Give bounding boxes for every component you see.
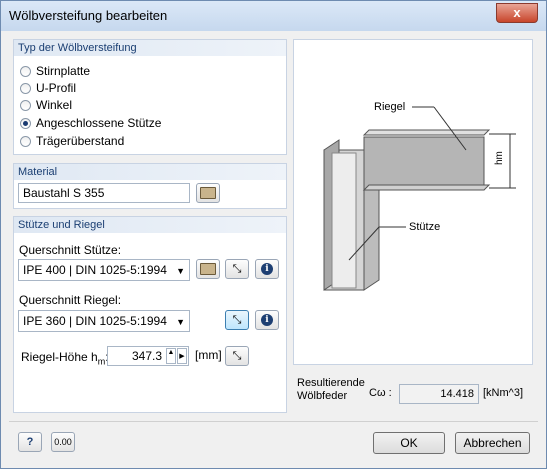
radio-label-angeschlossene-stuetze: Angeschlossene Stütze	[36, 116, 162, 130]
material-group-header: Material	[14, 164, 286, 180]
figure-panel: hm Riegel Stütze	[293, 39, 533, 365]
column-info-button[interactable]: i	[255, 259, 279, 279]
dialog-window: Wölbversteifung bearbeiten x Typ der Wöl…	[0, 0, 547, 469]
radio-circle-u-profil[interactable]	[20, 82, 31, 94]
beam-section-label: Querschnitt Riegel:	[19, 293, 122, 307]
hm-label: hm	[494, 151, 505, 165]
radio-winkel[interactable]: Winkel	[20, 97, 72, 113]
beam-web-shape	[363, 136, 485, 191]
library-icon	[200, 187, 216, 199]
material-field[interactable]: Baustahl S 355	[18, 183, 190, 203]
column-section-label: Querschnitt Stütze:	[19, 243, 122, 257]
window-title: Wölbversteifung bearbeiten	[9, 8, 168, 23]
footer-divider	[9, 421, 538, 422]
radio-circle-stirnplatte[interactable]	[20, 65, 31, 77]
library-icon	[200, 263, 216, 275]
beam-section-select[interactable]: IPE 360 | DIN 1025-5:1994 ▼	[18, 310, 190, 332]
beam-height-label: Riegel-Höhe hm:	[21, 350, 109, 367]
radio-circle-winkel[interactable]	[20, 99, 31, 111]
stuetze-label: Stütze	[409, 221, 440, 233]
help-icon: ?	[26, 436, 34, 448]
close-button[interactable]: x	[496, 3, 538, 23]
title-bar: Wölbversteifung bearbeiten x	[1, 1, 546, 31]
height-pick-button[interactable]: ⤡	[225, 346, 249, 366]
pick-cursor-icon: ⤡	[232, 262, 242, 275]
calculator-button[interactable]: 0.00	[51, 432, 75, 452]
beam-bottom-flange-shape	[362, 184, 491, 191]
info-icon: i	[261, 314, 273, 326]
type-group: Typ der Wölbversteifung Stirnplatte U-Pr…	[13, 39, 287, 155]
radio-stirnplatte[interactable]: Stirnplatte	[20, 63, 90, 79]
material-group: Material Baustahl S 355	[13, 163, 287, 209]
material-library-button[interactable]	[196, 183, 220, 203]
ok-button[interactable]: OK	[373, 432, 445, 454]
connection-figure: hm Riegel Stütze	[323, 101, 516, 291]
beam-info-button[interactable]: i	[255, 310, 279, 330]
pick-cursor-icon: ⤡	[232, 349, 242, 362]
support-group: Stütze und Riegel Querschnitt Stütze: IP…	[13, 216, 287, 413]
radio-u-profil[interactable]: U-Profil	[20, 80, 76, 96]
chevron-down-icon: ▼	[176, 317, 185, 327]
radio-circle-traegerueberstand[interactable]	[20, 135, 31, 147]
radio-label-u-profil: U-Profil	[36, 81, 77, 95]
riegel-label: Riegel	[374, 101, 405, 113]
spin-up-icon[interactable]: ▲	[166, 348, 176, 364]
column-inner-shape	[331, 152, 357, 289]
result-value: 14.418	[399, 384, 479, 404]
result-label-line2: Wölbfeder	[297, 390, 348, 402]
beam-pick-button[interactable]: ⤡	[225, 310, 249, 330]
cancel-button[interactable]: Abbrechen	[455, 432, 530, 454]
radio-label-traegerueberstand: Trägerüberstand	[36, 134, 125, 148]
type-group-header: Typ der Wölbversteifung	[14, 40, 286, 56]
radio-traegerueberstand[interactable]: Trägerüberstand	[20, 133, 124, 149]
pick-cursor-icon: ⤡	[232, 313, 242, 326]
radio-label-stirnplatte: Stirnplatte	[36, 64, 91, 78]
radio-label-winkel: Winkel	[36, 98, 73, 112]
support-group-header: Stütze und Riegel	[14, 217, 286, 233]
beam-top-flange-shape	[362, 129, 491, 136]
spin-right-icon[interactable]: ▶	[177, 348, 187, 364]
beam-section-value: IPE 360 | DIN 1025-5:1994	[23, 314, 167, 328]
calculator-icon: 0.00	[54, 437, 72, 447]
result-unit: [kNm^3]	[483, 387, 523, 399]
help-button[interactable]: ?	[18, 432, 42, 452]
column-section-select[interactable]: IPE 400 | DIN 1025-5:1994 ▼	[18, 259, 190, 281]
radio-circle-angeschlossene-stuetze[interactable]	[20, 117, 31, 129]
column-section-value: IPE 400 | DIN 1025-5:1994	[23, 263, 167, 277]
column-library-button[interactable]	[196, 259, 220, 279]
result-symbol: Cω :	[369, 387, 392, 399]
column-pick-button[interactable]: ⤡	[225, 259, 249, 279]
radio-angeschlossene-stuetze[interactable]: Angeschlossene Stütze	[20, 115, 161, 131]
info-icon: i	[261, 263, 273, 275]
beam-height-unit: [mm]	[195, 348, 222, 362]
result-label-line1: Resultierende	[297, 377, 365, 389]
close-icon: x	[513, 5, 521, 20]
chevron-down-icon: ▼	[176, 266, 185, 276]
